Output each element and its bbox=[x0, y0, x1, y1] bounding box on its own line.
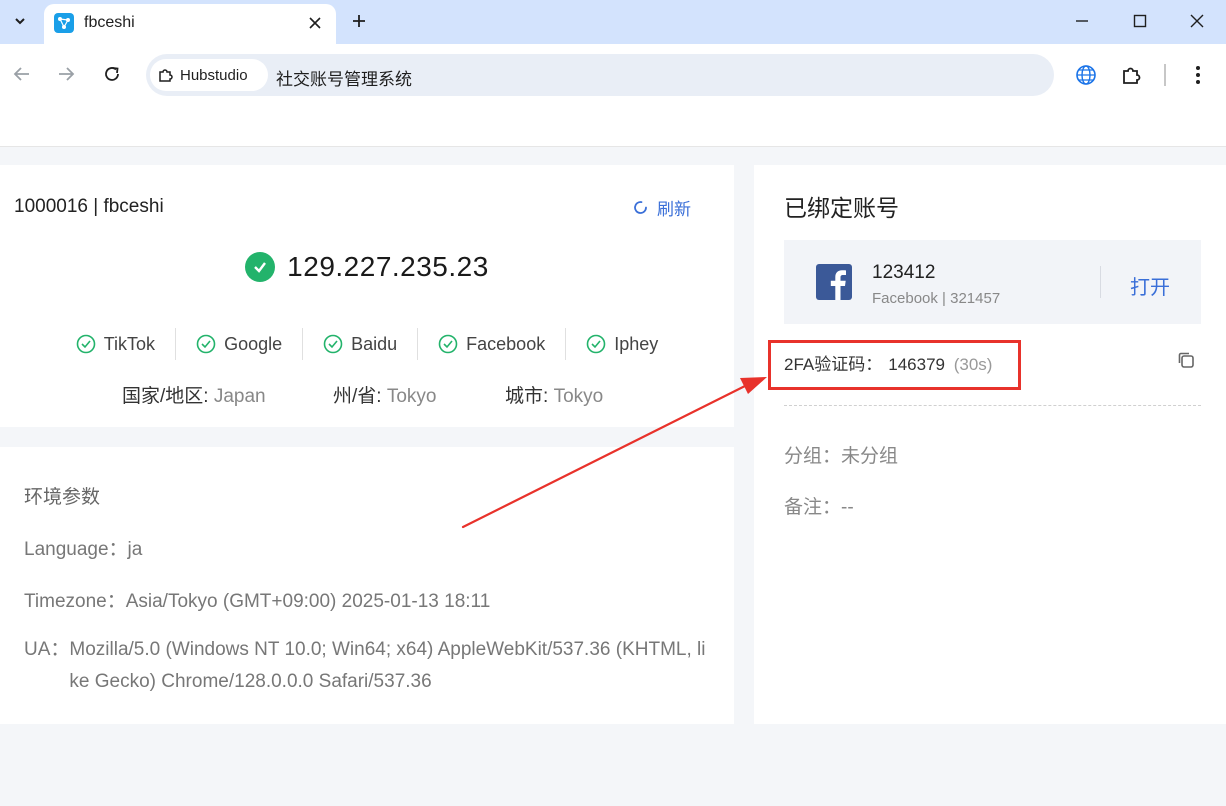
tab-search-button[interactable] bbox=[4, 5, 36, 37]
param-user-agent: UA： Mozilla/5.0 (Windows NT 10.0; Win64;… bbox=[24, 639, 706, 692]
account-item: 123412 Facebook | 321457 打开 bbox=[784, 240, 1201, 324]
puzzle-icon bbox=[159, 69, 173, 82]
browser-toolbar: Hubstudio 社交账号管理系统 bbox=[0, 44, 1226, 106]
site-check-tiktok[interactable]: TikTok bbox=[56, 328, 177, 360]
arrow-right-icon bbox=[59, 67, 75, 81]
check-circle-icon bbox=[76, 334, 96, 354]
close-icon bbox=[309, 17, 321, 29]
extensions-button[interactable] bbox=[1117, 60, 1147, 90]
extension-chip-label: Hubstudio bbox=[180, 66, 248, 84]
minimize-icon bbox=[1076, 20, 1088, 22]
toolbar-divider bbox=[1164, 64, 1166, 86]
params-title: 环境参数 bbox=[24, 487, 101, 508]
close-icon bbox=[1190, 14, 1204, 28]
site-check-baidu[interactable]: Baidu bbox=[303, 328, 419, 360]
check-circle-icon bbox=[438, 334, 458, 354]
refresh-label: 刷新 bbox=[657, 200, 691, 219]
open-account-button[interactable]: 打开 bbox=[1130, 271, 1170, 300]
page-title-text: 社交账号管理系统 bbox=[276, 70, 412, 89]
reload-button[interactable] bbox=[97, 59, 127, 89]
site-check-iphey[interactable]: Iphey bbox=[566, 328, 678, 360]
site-check-google[interactable]: Google bbox=[176, 328, 304, 360]
param-timezone: Timezone：Asia/Tokyo (GMT+09:00) 2025-01-… bbox=[24, 591, 491, 612]
environment-id: 1000016 | fbceshi bbox=[14, 196, 164, 217]
account-note: 备注：-- bbox=[784, 497, 854, 518]
page-header-strip bbox=[0, 106, 1226, 147]
more-vertical-icon bbox=[1196, 66, 1200, 84]
account-divider bbox=[1100, 266, 1101, 298]
address-bar[interactable]: Hubstudio 社交账号管理系统 bbox=[146, 54, 1054, 96]
site-label: Google bbox=[224, 333, 283, 354]
check-circle-icon bbox=[245, 252, 276, 282]
plus-icon bbox=[353, 15, 365, 27]
site-label: TikTok bbox=[103, 333, 156, 354]
account-name: 123412 bbox=[872, 262, 936, 283]
account-platform: Facebook | 321457 bbox=[872, 290, 1001, 307]
window-close-button[interactable] bbox=[1177, 6, 1217, 36]
ip-info-card: 1000016 | fbceshi 刷新 129.227.235.23 TikT… bbox=[0, 165, 734, 427]
environment-params-card: 环境参数 Language：ja Timezone：Asia/Tokyo (GM… bbox=[0, 447, 734, 724]
copy-icon[interactable] bbox=[1176, 350, 1196, 370]
ip-address: 129.227.235.23 bbox=[287, 251, 489, 282]
site-label: Iphey bbox=[614, 333, 659, 354]
minimize-button[interactable] bbox=[1062, 6, 1102, 36]
browser-tab[interactable]: fbceshi bbox=[44, 4, 336, 44]
site-check-facebook[interactable]: Facebook bbox=[418, 328, 567, 360]
hubstudio-favicon-icon bbox=[54, 13, 74, 33]
new-tab-button[interactable] bbox=[344, 6, 374, 36]
facebook-icon bbox=[816, 264, 852, 300]
puzzle-icon bbox=[1123, 67, 1141, 84]
bound-account-title: 已绑定账号 bbox=[784, 195, 899, 221]
maximize-icon bbox=[1133, 14, 1147, 28]
tab-close-button[interactable] bbox=[304, 12, 326, 34]
geo-country: 国家/地区: Japan bbox=[122, 386, 266, 407]
maximize-button[interactable] bbox=[1120, 6, 1160, 36]
param-language: Language：ja bbox=[24, 539, 143, 560]
tab-title: fbceshi bbox=[84, 14, 135, 31]
site-check-list: TikTok Google Baidu Facebook Iphey bbox=[0, 328, 734, 360]
refresh-icon bbox=[634, 201, 647, 214]
account-group: 分组：未分组 bbox=[784, 446, 899, 467]
check-circle-icon bbox=[586, 334, 606, 354]
globe-icon bbox=[1076, 65, 1096, 85]
browser-menu-button[interactable] bbox=[1183, 60, 1213, 90]
highlight-box bbox=[768, 340, 1021, 390]
reload-icon bbox=[105, 67, 119, 81]
extension-chip[interactable]: Hubstudio bbox=[150, 59, 268, 91]
forward-button[interactable] bbox=[51, 59, 81, 89]
dashed-divider bbox=[784, 405, 1201, 406]
ip-address-row: 129.227.235.23 bbox=[0, 251, 734, 283]
check-circle-icon bbox=[196, 334, 216, 354]
translate-button[interactable] bbox=[1071, 60, 1101, 90]
chevron-down-icon bbox=[15, 18, 25, 25]
browser-tab-bar: fbceshi bbox=[0, 0, 1226, 44]
geo-state: 州/省: Tokyo bbox=[333, 386, 437, 407]
site-label: Facebook bbox=[466, 333, 546, 354]
site-label: Baidu bbox=[351, 333, 398, 354]
bound-account-card: 已绑定账号 123412 Facebook | 321457 打开 2FA验证码… bbox=[754, 165, 1226, 724]
arrow-left-icon bbox=[13, 67, 29, 81]
back-button[interactable] bbox=[7, 59, 37, 89]
geo-city: 城市: Tokyo bbox=[505, 386, 604, 407]
check-circle-icon bbox=[323, 334, 343, 354]
refresh-button[interactable]: 刷新 bbox=[632, 195, 691, 220]
